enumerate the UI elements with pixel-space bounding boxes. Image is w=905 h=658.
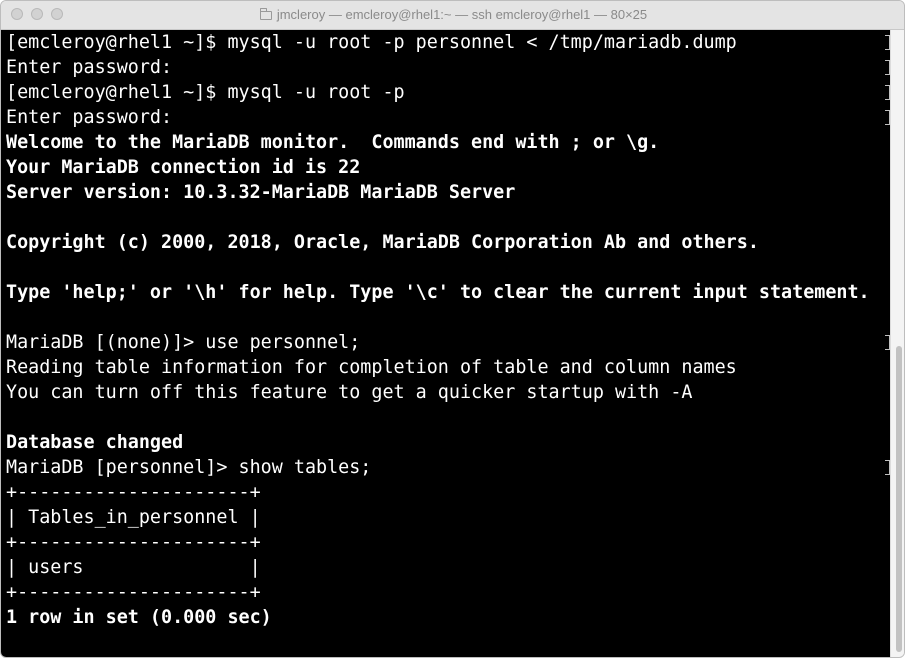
prompt-mark: [885, 60, 890, 75]
terminal-line: Welcome to the MariaDB monitor. Commands…: [6, 132, 660, 153]
prompt-mark: [885, 85, 890, 100]
terminal-line: Type 'help;' or '\h' for help. Type '\c'…: [6, 282, 870, 303]
prompt-mark: [885, 460, 890, 475]
terminal-line: [emcleroy@rhel1 ~]$ mysql -u root -p per…: [6, 32, 737, 53]
terminal-line: [emcleroy@rhel1 ~]$ mysql -u root -p: [6, 82, 405, 103]
terminal-line: Reading table information for completion…: [6, 357, 737, 378]
prompt-mark: [885, 110, 890, 125]
terminal-line: | Tables_in_personnel |: [6, 507, 261, 528]
prompt-mark: [885, 35, 890, 50]
terminal-line: Enter password:: [6, 107, 173, 128]
vertical-scrollbar[interactable]: [890, 30, 904, 657]
terminal-line: MariaDB [(none)]> use personnel;: [6, 332, 361, 353]
terminal-line: MariaDB [personnel]> show tables;: [6, 457, 372, 478]
terminal-line: +---------------------+: [6, 482, 261, 503]
terminal-output[interactable]: [emcleroy@rhel1 ~]$ mysql -u root -p per…: [1, 30, 890, 657]
window-title: jmcleroy — emcleroy@rhel1:~ — ssh emcler…: [276, 7, 648, 22]
terminal-line: Copyright (c) 2000, 2018, Oracle, MariaD…: [6, 232, 759, 253]
title-bar[interactable]: jmcleroy — emcleroy@rhel1:~ — ssh emcler…: [1, 1, 904, 30]
terminal-line: +---------------------+: [6, 532, 261, 553]
prompt-mark: [885, 335, 890, 350]
window-title-wrapper: jmcleroy — emcleroy@rhel1:~ — ssh emcler…: [1, 7, 904, 22]
terminal-line: Your MariaDB connection id is 22: [6, 157, 361, 178]
terminal-line: 1 row in set (0.000 sec): [6, 607, 272, 628]
terminal-line: Enter password:: [6, 57, 173, 78]
terminal-line: Database changed: [6, 432, 184, 453]
terminal-line: Server version: 10.3.32-MariaDB MariaDB …: [6, 182, 516, 203]
terminal-line: +---------------------+: [6, 582, 261, 603]
terminal-line: You can turn off this feature to get a q…: [6, 382, 693, 403]
scrollbar-thumb[interactable]: [896, 346, 902, 652]
terminal-line: | users |: [6, 557, 261, 578]
folder-icon: [259, 8, 272, 20]
terminal-window: jmcleroy — emcleroy@rhel1:~ — ssh emcler…: [0, 0, 905, 658]
